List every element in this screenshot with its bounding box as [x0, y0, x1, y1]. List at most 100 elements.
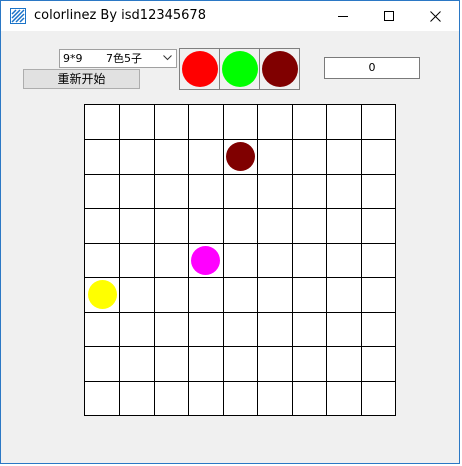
board-cell[interactable]	[188, 243, 224, 278]
board-cell[interactable]	[119, 139, 155, 175]
board-cell[interactable]	[85, 346, 120, 382]
board-cell[interactable]	[188, 174, 224, 209]
board-cell[interactable]	[223, 312, 258, 347]
board-cell[interactable]	[188, 277, 224, 313]
window-title: colorlinez By isd12345678	[34, 8, 206, 23]
board-cell[interactable]	[257, 174, 293, 209]
board-cell[interactable]	[326, 277, 362, 313]
board-cell[interactable]	[292, 346, 327, 382]
board-cell[interactable]	[361, 174, 396, 209]
board-cell[interactable]	[154, 139, 189, 175]
board-cell[interactable]	[292, 381, 327, 416]
board-cell[interactable]	[188, 381, 224, 416]
board-cell[interactable]	[257, 312, 293, 347]
board-cell[interactable]	[154, 346, 189, 382]
ball-magenta[interactable]	[191, 245, 220, 275]
board-size-label: 9*9	[63, 52, 83, 65]
board-cell[interactable]	[326, 208, 362, 244]
board-cell[interactable]	[154, 105, 189, 140]
board-cell[interactable]	[292, 208, 327, 244]
board-cell[interactable]	[119, 105, 155, 140]
board-cell[interactable]	[361, 381, 396, 416]
board-cell[interactable]	[257, 277, 293, 313]
board-cell[interactable]	[85, 243, 120, 278]
mode-select[interactable]: 9*9 7色5子	[59, 49, 177, 68]
board-cell[interactable]	[85, 105, 120, 140]
board-cell[interactable]	[292, 312, 327, 347]
next-ball-slot	[220, 49, 260, 89]
ball-dark-red[interactable]	[225, 142, 255, 171]
board-cell[interactable]	[154, 174, 189, 209]
board-cell[interactable]	[223, 208, 258, 244]
board-cell[interactable]	[154, 243, 189, 278]
close-button[interactable]	[412, 1, 458, 31]
board-cell[interactable]	[188, 208, 224, 244]
board-cell[interactable]	[292, 277, 327, 313]
board-cell[interactable]	[119, 346, 155, 382]
board-cell[interactable]	[85, 174, 120, 209]
board-cell[interactable]	[188, 312, 224, 347]
board-cell[interactable]	[119, 381, 155, 416]
minimize-button[interactable]	[320, 1, 366, 31]
board-cell[interactable]	[223, 139, 258, 175]
board-cell[interactable]	[223, 381, 258, 416]
board-cell[interactable]	[326, 346, 362, 382]
board-cell[interactable]	[326, 105, 362, 140]
board-cell[interactable]	[154, 208, 189, 244]
board-cell[interactable]	[257, 243, 293, 278]
board-cell[interactable]	[257, 105, 293, 140]
minimize-icon	[338, 16, 348, 17]
next-balls-preview	[179, 48, 300, 90]
board-cell[interactable]	[119, 312, 155, 347]
board-cell[interactable]	[292, 243, 327, 278]
board-cell[interactable]	[154, 381, 189, 416]
board-cell[interactable]	[223, 277, 258, 313]
board-cell[interactable]	[188, 139, 224, 175]
board-cell[interactable]	[223, 243, 258, 278]
board-cell[interactable]	[119, 243, 155, 278]
maximize-icon	[384, 11, 394, 21]
board-cell[interactable]	[361, 346, 396, 382]
board-cell[interactable]	[257, 208, 293, 244]
game-board[interactable]	[84, 104, 396, 416]
board-cell[interactable]	[119, 277, 155, 313]
board-cell[interactable]	[257, 346, 293, 382]
ball-yellow[interactable]	[87, 280, 117, 309]
board-cell[interactable]	[326, 312, 362, 347]
next-ball-green	[221, 51, 258, 87]
board-cell[interactable]	[361, 105, 396, 140]
board-cell[interactable]	[223, 346, 258, 382]
board-cell[interactable]	[223, 174, 258, 209]
score-display: 0	[324, 57, 420, 79]
board-cell[interactable]	[361, 312, 396, 347]
board-cell[interactable]	[85, 277, 120, 313]
board-cell[interactable]	[326, 243, 362, 278]
board-cell[interactable]	[188, 105, 224, 140]
app-icon	[10, 8, 26, 24]
board-cell[interactable]	[292, 174, 327, 209]
title-bar[interactable]: colorlinez By isd12345678	[1, 1, 459, 31]
board-cell[interactable]	[361, 208, 396, 244]
board-cell[interactable]	[188, 346, 224, 382]
board-cell[interactable]	[326, 174, 362, 209]
board-cell[interactable]	[85, 312, 120, 347]
board-cell[interactable]	[154, 312, 189, 347]
board-cell[interactable]	[119, 174, 155, 209]
board-cell[interactable]	[223, 105, 258, 140]
maximize-button[interactable]	[366, 1, 412, 31]
board-cell[interactable]	[154, 277, 189, 313]
board-cell[interactable]	[361, 277, 396, 313]
board-cell[interactable]	[361, 139, 396, 175]
board-cell[interactable]	[119, 208, 155, 244]
restart-button[interactable]: 重新开始	[23, 69, 140, 89]
board-cell[interactable]	[257, 381, 293, 416]
board-cell[interactable]	[85, 208, 120, 244]
board-cell[interactable]	[257, 139, 293, 175]
board-cell[interactable]	[326, 381, 362, 416]
board-cell[interactable]	[326, 139, 362, 175]
board-cell[interactable]	[85, 381, 120, 416]
board-cell[interactable]	[361, 243, 396, 278]
board-cell[interactable]	[292, 105, 327, 140]
board-cell[interactable]	[292, 139, 327, 175]
board-cell[interactable]	[85, 139, 120, 175]
